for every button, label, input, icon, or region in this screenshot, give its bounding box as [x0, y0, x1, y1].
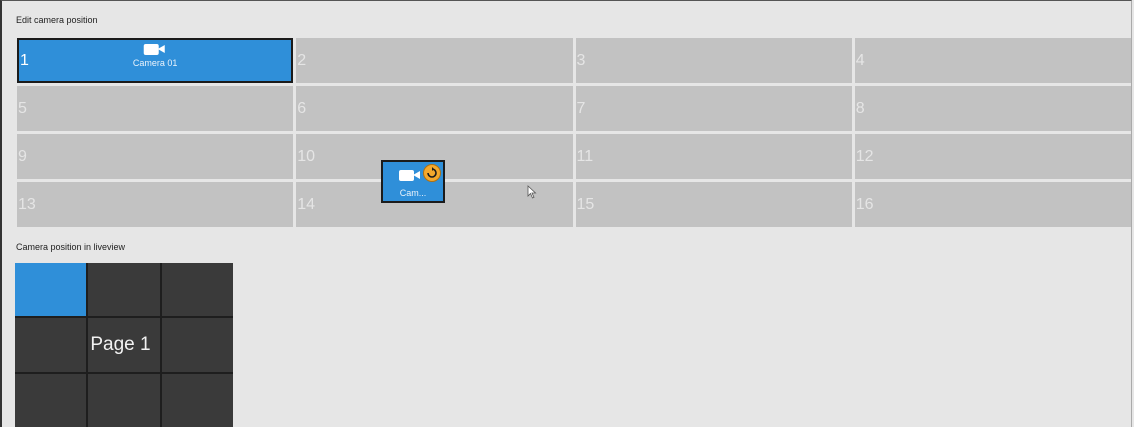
grid-cell-5[interactable]: 5	[17, 86, 294, 131]
grid-cell-4[interactable]: 4	[854, 38, 1131, 83]
grid-cell-8[interactable]: 8	[854, 86, 1131, 131]
liveview-layout-preview: Page 1	[15, 263, 233, 427]
section-title-edit-camera-position: Edit camera position	[16, 15, 98, 25]
camera-icon	[399, 168, 421, 182]
cell-number: 1	[20, 51, 29, 69]
cell-number: 12	[855, 147, 874, 165]
section-title-camera-position-liveview: Camera position in liveview	[16, 242, 126, 252]
cell-number: 6	[297, 99, 307, 117]
liveview-cell-8[interactable]	[88, 373, 160, 427]
grid-cell-16[interactable]: 16	[854, 182, 1131, 227]
cell-number: 11	[576, 147, 594, 165]
cell-number: 14	[297, 195, 316, 213]
cell-number: 9	[18, 147, 27, 165]
cell-number: 15	[576, 195, 595, 213]
cell-number: 4	[855, 51, 865, 69]
dragged-camera-tile[interactable]: Cam...	[381, 160, 445, 203]
assigned-camera[interactable]: Camera 01	[132, 42, 178, 68]
camera-icon	[144, 42, 166, 56]
liveview-cell-4[interactable]	[15, 318, 87, 372]
cell-number: 13	[18, 195, 36, 213]
liveview-cell-2[interactable]	[88, 263, 160, 317]
mouse-pointer-icon	[527, 185, 537, 204]
swap-icon	[423, 164, 441, 182]
dragged-camera-label: Cam...	[399, 188, 427, 198]
camera-position-grid: 1 Camera 01 2 3 4 5 6 7 8 9 10 11 12 13 …	[17, 38, 1131, 227]
cell-number: 3	[576, 51, 586, 69]
cell-number: 16	[855, 195, 874, 213]
camera-name: Camera 01	[132, 58, 178, 68]
grid-cell-15[interactable]: 15	[575, 182, 852, 227]
cell-number: 7	[576, 99, 586, 117]
grid-cell-11[interactable]: 11	[575, 134, 852, 179]
liveview-cell-3[interactable]	[161, 263, 233, 317]
grid-cell-2[interactable]: 2	[296, 38, 573, 83]
cell-number: 2	[297, 51, 307, 69]
liveview-cell-1[interactable]	[15, 263, 87, 317]
liveview-cell-9[interactable]	[161, 373, 233, 427]
cell-number: 5	[18, 99, 27, 117]
liveview-cell-7[interactable]	[15, 373, 87, 427]
grid-cell-3[interactable]: 3	[575, 38, 852, 83]
grid-cell-12[interactable]: 12	[854, 134, 1131, 179]
page-label: Page 1	[90, 333, 151, 355]
liveview-cell-5[interactable]: Page 1	[88, 318, 160, 372]
liveview-cell-6[interactable]	[161, 318, 233, 372]
grid-cell-9[interactable]: 9	[17, 134, 294, 179]
grid-cell-7[interactable]: 7	[575, 86, 852, 131]
grid-cell-1[interactable]: 1 Camera 01	[17, 38, 294, 83]
grid-cell-6[interactable]: 6	[296, 86, 573, 131]
cell-number: 10	[297, 147, 316, 165]
grid-cell-13[interactable]: 13	[17, 182, 294, 227]
cell-number: 8	[855, 99, 865, 117]
